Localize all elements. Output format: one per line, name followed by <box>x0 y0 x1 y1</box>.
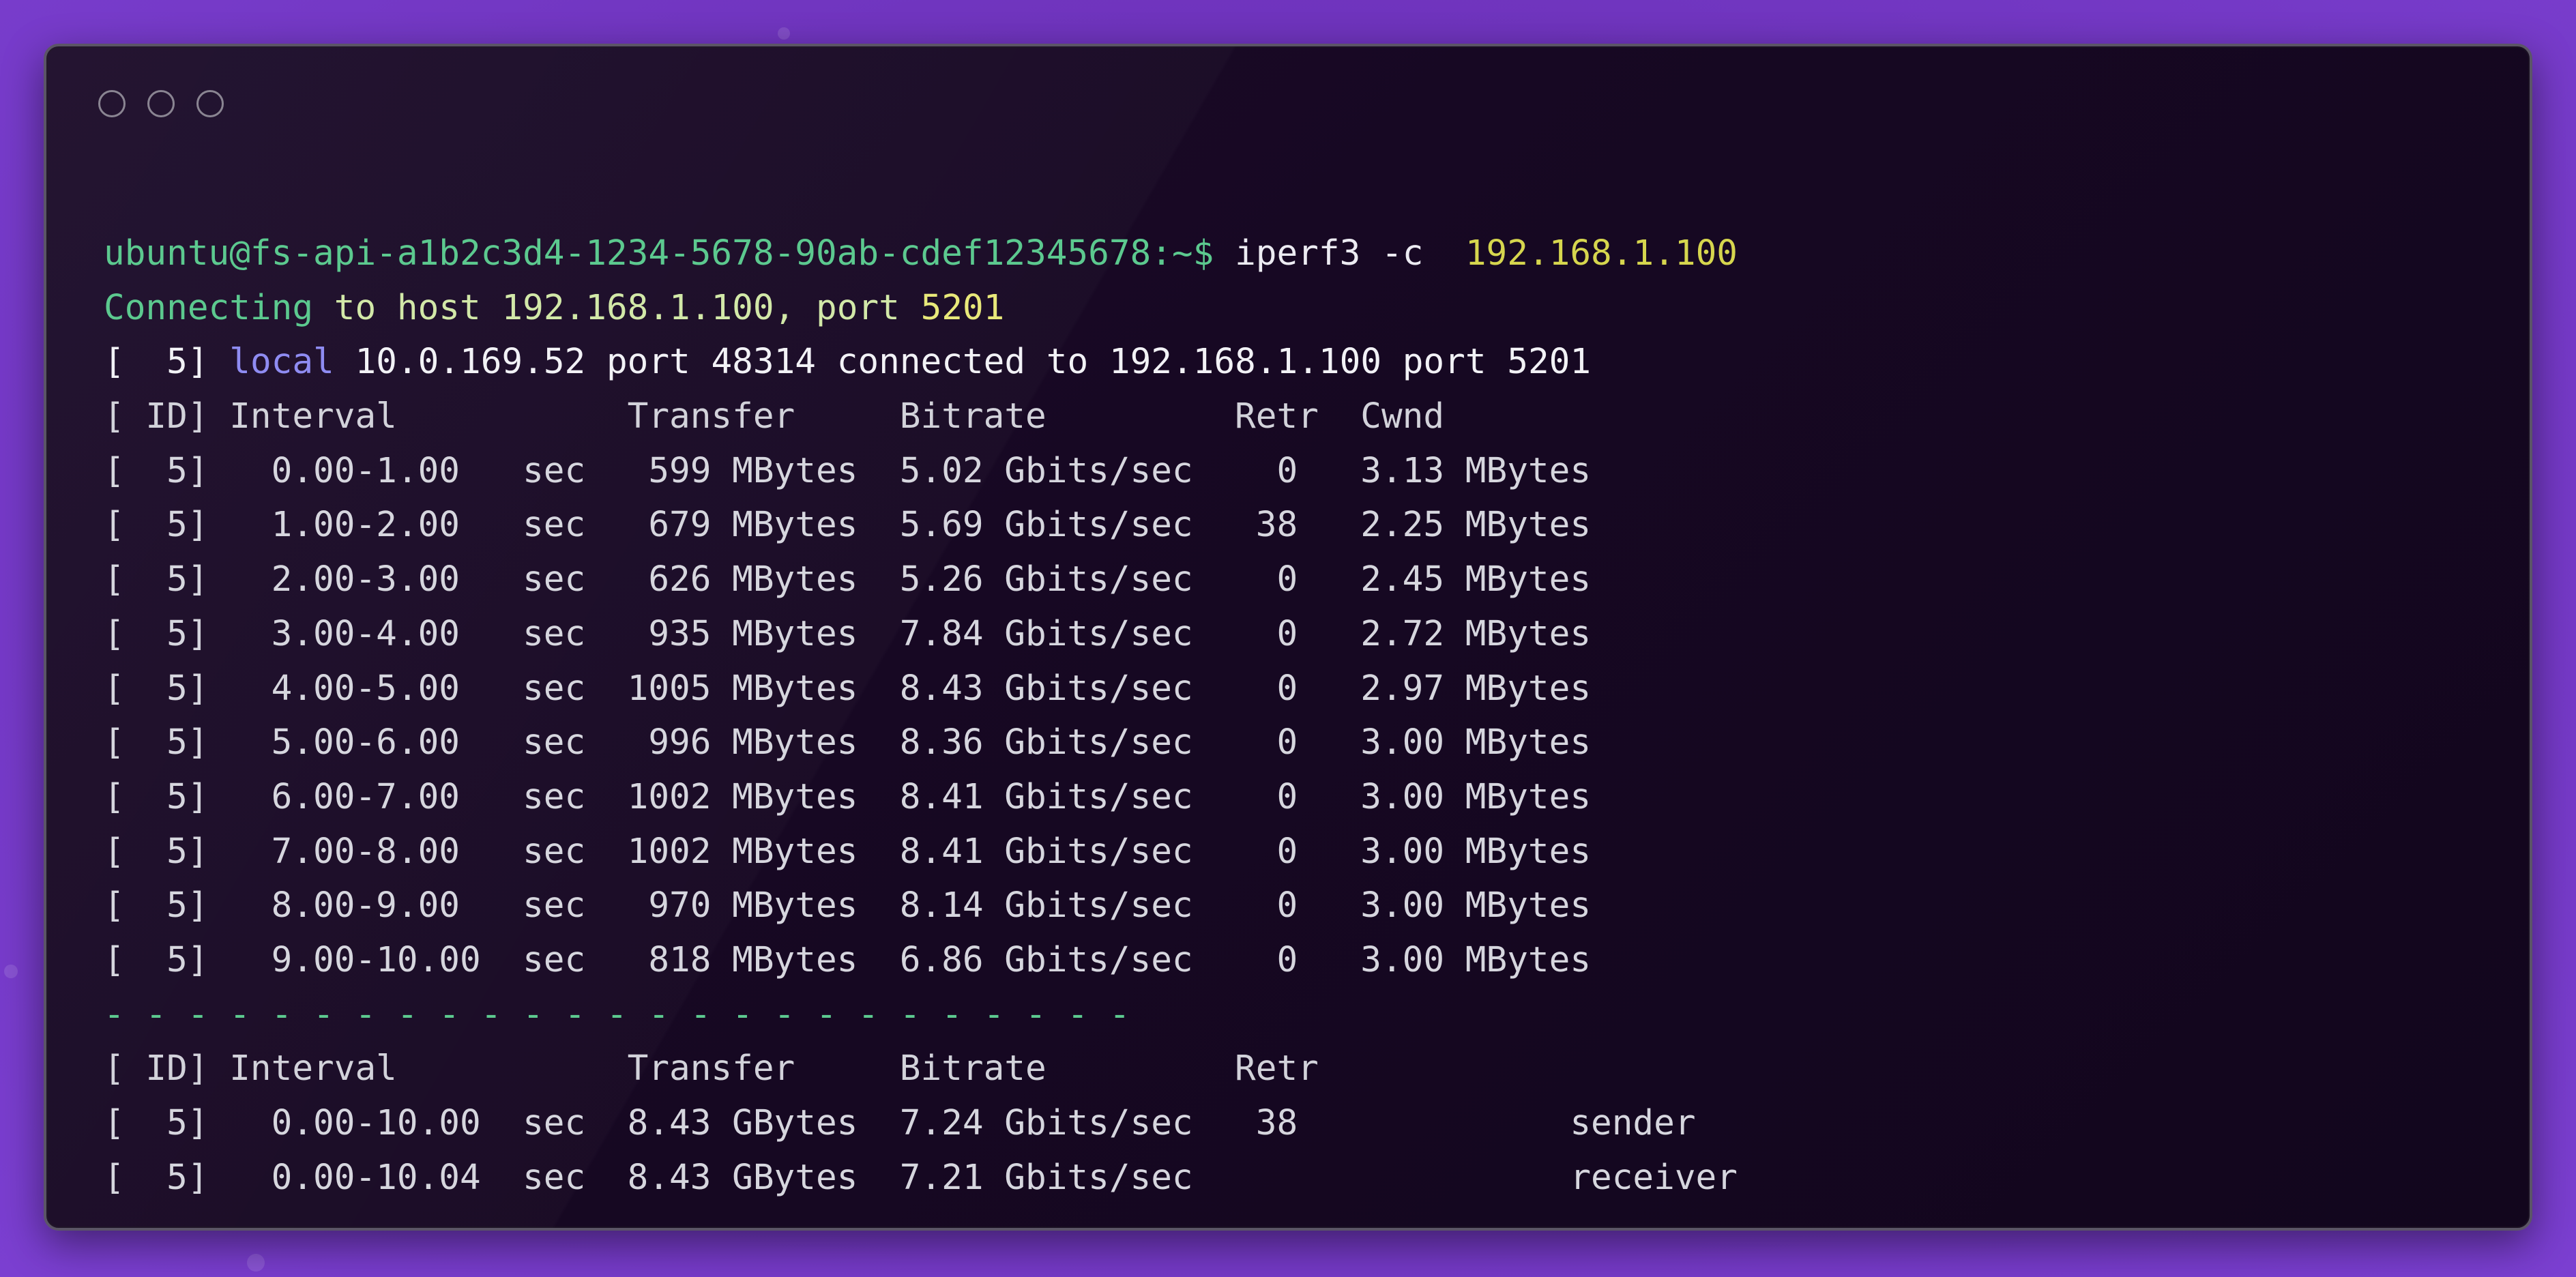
local-keyword: local <box>229 342 334 383</box>
connecting-line: Connecting to host 192.168.1.100, port 5… <box>104 281 1738 336</box>
interval-row: [ 5] 5.00-6.00 sec 996 MBytes 8.36 Gbits… <box>104 722 1592 763</box>
command-line: ubuntu@fs-api-a1b2c3d4-1234-5678-90ab-cd… <box>104 226 1738 281</box>
command-argument: 192.168.1.100 <box>1465 233 1738 274</box>
minimize-button[interactable] <box>147 90 175 117</box>
maximize-button[interactable] <box>196 90 224 117</box>
interval-row: [ 5] 4.00-5.00 sec 1005 MBytes 8.43 Gbit… <box>104 668 1592 709</box>
summary-row-receiver: [ 5] 0.00-10.04 sec 8.43 GBytes 7.21 Gbi… <box>104 1157 1738 1198</box>
close-button[interactable] <box>98 90 126 117</box>
terminal-output[interactable]: ubuntu@fs-api-a1b2c3d4-1234-5678-90ab-cd… <box>104 226 1738 1205</box>
interval-row: [ 5] 9.00-10.00 sec 818 MBytes 6.86 Gbit… <box>104 939 1592 980</box>
interval-row: [ 5] 8.00-9.00 sec 970 MBytes 8.14 Gbits… <box>104 885 1592 926</box>
connecting-port-word: port <box>816 287 900 328</box>
interval-row: [ 5] 0.00-1.00 sec 599 MBytes 5.02 Gbits… <box>104 450 1592 491</box>
background-dot <box>778 27 790 40</box>
interval-row: [ 5] 3.00-4.00 sec 935 MBytes 7.84 Gbits… <box>104 613 1592 654</box>
interval-row: [ 5] 1.00-2.00 sec 679 MBytes 5.69 Gbits… <box>104 505 1592 546</box>
summary-table-header: [ ID] Interval Transfer Bitrate Retr <box>104 1048 1319 1089</box>
shell-prompt: ubuntu@fs-api-a1b2c3d4-1234-5678-90ab-cd… <box>104 233 1214 274</box>
separator-line: - - - - - - - - - - - - - - - - - - - - … <box>104 994 1130 1035</box>
local-line-details: 10.0.169.52 port 48314 connected to 192.… <box>355 342 1592 383</box>
connecting-word: Connecting <box>104 287 314 328</box>
connecting-port: 5201 <box>920 287 1005 328</box>
summary-row-sender: [ 5] 0.00-10.00 sec 8.43 GBytes 7.24 Gbi… <box>104 1103 1696 1143</box>
connecting-to-host: to host <box>334 287 481 328</box>
background-dot <box>4 965 18 978</box>
command-text: iperf3 -c <box>1235 233 1424 274</box>
background-dot <box>247 1254 265 1272</box>
connecting-host: 192.168.1.100, <box>501 287 795 328</box>
interval-row: [ 5] 6.00-7.00 sec 1002 MBytes 8.41 Gbit… <box>104 776 1592 817</box>
local-line-id: [ 5] <box>104 342 209 383</box>
local-line: [ 5] local 10.0.169.52 port 48314 connec… <box>104 335 1738 390</box>
interval-row: [ 5] 7.00-8.00 sec 1002 MBytes 8.41 Gbit… <box>104 831 1592 872</box>
interval-table-header: [ ID] Interval Transfer Bitrate Retr Cwn… <box>104 396 1445 437</box>
terminal-window: ubuntu@fs-api-a1b2c3d4-1234-5678-90ab-cd… <box>44 44 2532 1231</box>
interval-row: [ 5] 2.00-3.00 sec 626 MBytes 5.26 Gbits… <box>104 559 1592 600</box>
window-controls <box>98 90 224 117</box>
